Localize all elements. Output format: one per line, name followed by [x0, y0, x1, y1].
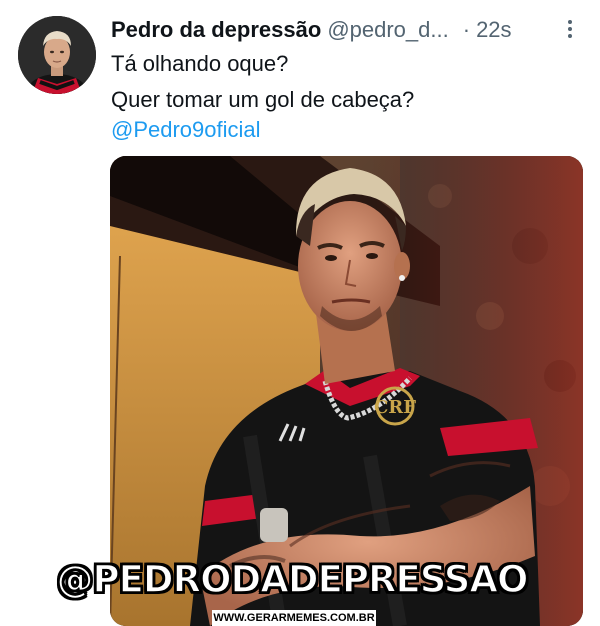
avatar[interactable]: [18, 16, 96, 94]
user-handle[interactable]: @pedro_d...: [327, 14, 448, 46]
player-photo: CRF: [110, 156, 583, 626]
display-name[interactable]: Pedro da depressão: [111, 14, 321, 46]
meme-caption: @PEDRODADEPRESSAO: [56, 557, 530, 602]
watermark: WWW.GERARMEMES.COM.BR: [212, 610, 376, 626]
timestamp[interactable]: 22s: [476, 14, 511, 46]
svg-text:CRF: CRF: [374, 397, 416, 418]
separator-dot: ·: [462, 17, 471, 42]
more-options-icon[interactable]: [563, 18, 577, 40]
tweet-text-line-1: Tá olhando oque?: [111, 51, 289, 76]
tweet-text-line-2: Quer tomar um gol de cabeça?: [111, 87, 415, 112]
mention-link[interactable]: @Pedro9oficial: [111, 114, 261, 146]
tweet: Pedro da depressão @pedro_d... · 22s Tá …: [0, 0, 600, 626]
tweet-header: Pedro da depressão @pedro_d... · 22s: [111, 14, 591, 46]
avatar-image: [18, 16, 96, 94]
tweet-media-photo[interactable]: CRF: [110, 156, 583, 626]
